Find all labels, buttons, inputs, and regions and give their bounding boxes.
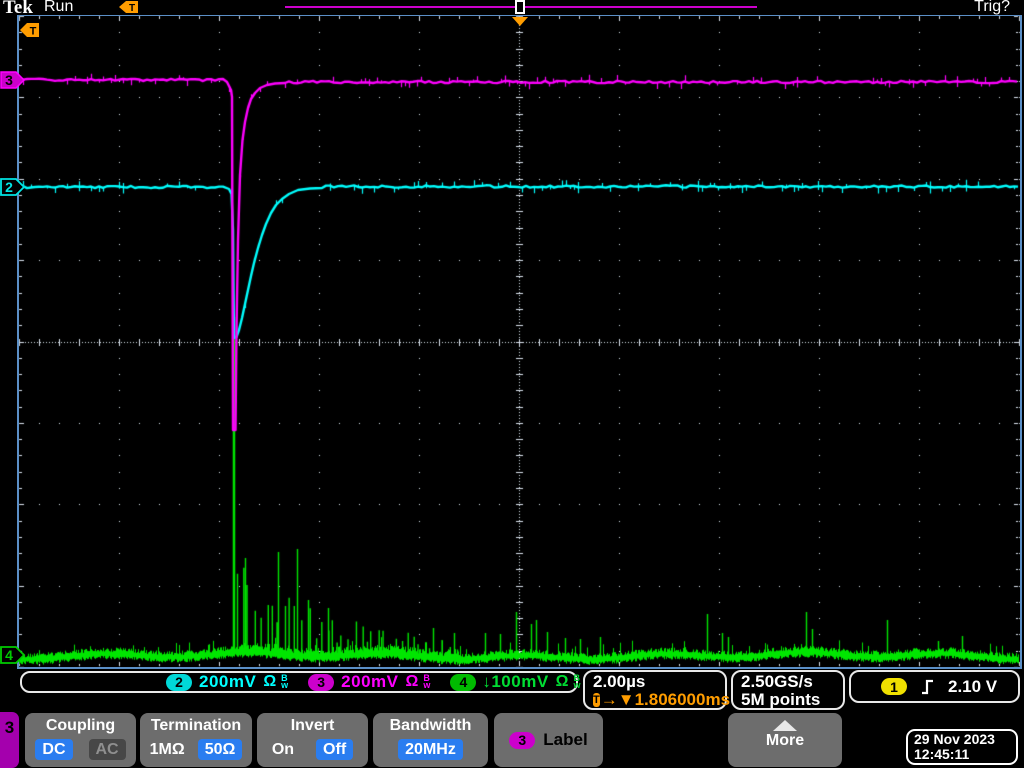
termination-1mohm-option[interactable]: 1MΩ — [150, 741, 185, 759]
channel-4-badge-label: 4 — [5, 647, 13, 663]
channel-2-position-badge[interactable]: 2 — [0, 177, 26, 197]
coupling-dc-option[interactable]: DC — [35, 739, 72, 760]
more-title: More — [728, 732, 842, 750]
trigger-delay-readout: T →▼ 1.806000ms — [593, 691, 717, 709]
trigger-source-badge[interactable]: 1 — [881, 678, 907, 695]
record-length: 5M points — [741, 691, 835, 709]
channel-2-impedance: Ω — [263, 673, 276, 691]
channel-2-scale: 200mV — [199, 672, 256, 692]
channel-4-invert-arrow-icon: ↓ — [482, 672, 491, 692]
delay-arrows-icon: →▼ — [601, 691, 635, 709]
channel-3-impedance: Ω — [406, 673, 419, 691]
channel-4-bw-limit-icon: Bw — [574, 675, 581, 689]
termination-50ohm-option[interactable]: 50Ω — [198, 739, 243, 760]
trigger-level-flag-icon[interactable]: T — [19, 22, 40, 39]
tek-logo: Tek — [3, 0, 33, 19]
invert-on-option[interactable]: On — [272, 741, 294, 759]
channel-2-bw-limit-icon: Bw — [281, 675, 288, 689]
bandwidth-title: Bandwidth — [373, 717, 488, 735]
channel-3-badge-label: 3 — [5, 72, 13, 88]
channel-3-readout[interactable]: 3 200mV Ω Bw — [308, 672, 430, 692]
delay-value: 1.806000ms — [635, 691, 730, 709]
coupling-button[interactable]: Coupling DC AC — [25, 713, 136, 767]
bandwidth-button[interactable]: Bandwidth 20MHz — [373, 713, 488, 767]
more-button[interactable]: More — [728, 713, 842, 767]
more-up-arrow-icon — [773, 720, 797, 731]
datetime-box: 29 Nov 2023 12:45:11 — [906, 729, 1018, 765]
delay-trigger-icon: T — [593, 693, 600, 707]
trigger-level-flag-label: T — [30, 26, 37, 38]
acquisition-status: Run — [44, 0, 73, 16]
channel-2-badge-label: 2 — [5, 179, 13, 195]
channel-3-menu-tab[interactable]: 3 — [0, 712, 19, 768]
channel-4-impedance: Ω — [556, 673, 569, 691]
channel-3-readout-badge[interactable]: 3 — [308, 674, 334, 691]
channel-3-scale: 200mV — [341, 672, 398, 692]
record-trigger-flag-label: T — [129, 3, 135, 14]
coupling-ac-option[interactable]: AC — [89, 739, 126, 760]
record-trigger-flag-icon[interactable]: T — [119, 1, 139, 15]
channel-4-readout[interactable]: 4 ↓ 100mV Ω Bw — [450, 672, 580, 692]
label-title: Label — [543, 730, 587, 750]
channel-4-position-badge[interactable]: 4 — [0, 645, 26, 665]
graticule-frame — [17, 14, 1022, 669]
date-value: 29 Nov 2023 — [914, 732, 1016, 747]
label-channel-badge: 3 — [509, 732, 535, 749]
acquisition-readout-box[interactable]: 2.50GS/s 5M points — [731, 670, 845, 710]
channel-4-scale: 100mV — [491, 672, 548, 692]
label-button[interactable]: 3 Label — [494, 713, 603, 767]
status-bar: Tek Run Trig? T — [0, 0, 1024, 15]
record-view-position-marker[interactable] — [515, 0, 525, 14]
invert-title: Invert — [257, 717, 368, 735]
timebase-scale: 2.00µs — [593, 673, 717, 691]
trigger-level-value: 2.10 V — [948, 677, 997, 697]
termination-button[interactable]: Termination 1MΩ 50Ω — [140, 713, 252, 767]
menu-bar: 3 Coupling DC AC Termination 1MΩ 50Ω Inv… — [0, 710, 1024, 768]
channel-3-position-badge[interactable]: 3 — [0, 70, 26, 90]
channel-2-readout[interactable]: 2 200mV Ω Bw — [166, 672, 288, 692]
sample-rate: 2.50GS/s — [741, 673, 835, 691]
trigger-readout-box[interactable]: 1 2.10 V — [849, 670, 1020, 703]
time-value: 12:45:11 — [914, 747, 1016, 762]
coupling-title: Coupling — [25, 717, 136, 735]
channel-2-readout-badge[interactable]: 2 — [166, 674, 192, 691]
trigger-position-arrow-icon[interactable] — [512, 17, 528, 26]
termination-title: Termination — [140, 717, 252, 735]
trigger-status: Trig? — [974, 0, 1010, 16]
horizontal-readout-box[interactable]: 2.00µs T →▼ 1.806000ms — [583, 670, 727, 710]
oscilloscope-screen: Tek Run Trig? T T 3 2 4 2 200mV Ω Bw — [0, 0, 1024, 768]
bandwidth-20mhz-option[interactable]: 20MHz — [398, 739, 463, 760]
rising-edge-slope-icon — [921, 678, 934, 695]
invert-button[interactable]: Invert On Off — [257, 713, 368, 767]
channel-3-bw-limit-icon: Bw — [423, 675, 430, 689]
invert-off-option[interactable]: Off — [316, 739, 353, 760]
channel-readouts-box[interactable]: 2 200mV Ω Bw 3 200mV Ω Bw 4 ↓ 100mV Ω Bw — [20, 671, 578, 693]
channel-4-readout-badge[interactable]: 4 — [450, 674, 476, 691]
